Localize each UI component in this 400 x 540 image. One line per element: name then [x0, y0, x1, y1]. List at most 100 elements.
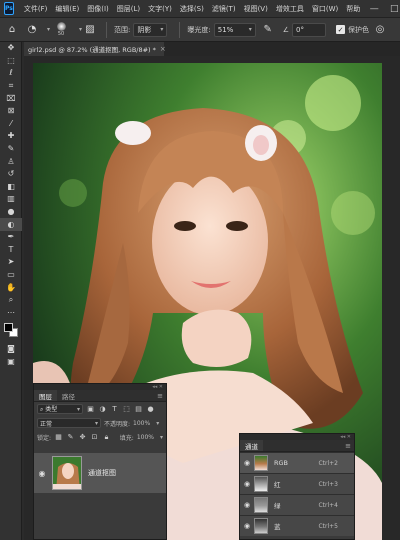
document-tab-title: girl2.psd @ 87.2% (通道抠图, RGB/8#) *: [28, 46, 156, 54]
history-brush-tool-icon[interactable]: ↺: [0, 168, 22, 181]
tab-channels[interactable]: 通道: [240, 440, 263, 451]
panel-menu-icon[interactable]: ≡: [342, 440, 354, 451]
menu-select[interactable]: 选择(S): [176, 4, 208, 14]
angle-input[interactable]: 0°: [292, 22, 327, 37]
path-select-tool-icon[interactable]: ➤: [0, 256, 22, 269]
pen-tool-icon[interactable]: ✒: [0, 231, 22, 244]
lasso-tool-icon[interactable]: ℓ: [0, 67, 22, 80]
opacity-value[interactable]: 100%: [133, 420, 150, 427]
zoom-tool-icon[interactable]: ⌕: [0, 294, 22, 307]
menu-image[interactable]: 图像(I): [83, 4, 113, 14]
menu-filter[interactable]: 滤镜(T): [208, 4, 240, 14]
visibility-eye-icon[interactable]: ◉: [240, 522, 254, 530]
quick-mask-icon[interactable]: ◙: [0, 343, 22, 356]
visibility-eye-icon[interactable]: ◉: [240, 501, 254, 509]
visibility-eye-icon[interactable]: ◉: [34, 469, 50, 478]
airbrush-icon[interactable]: ✎: [260, 22, 276, 38]
opacity-label: 不透明度:: [104, 420, 131, 428]
menu-layer[interactable]: 图层(L): [113, 4, 144, 14]
frame-tool-icon[interactable]: ⊠: [0, 105, 22, 118]
visibility-eye-icon[interactable]: ◉: [240, 459, 254, 467]
channel-row-rgb[interactable]: ◉ RGB Ctrl+2: [240, 452, 354, 473]
menu-file[interactable]: 文件(F): [20, 4, 52, 14]
document-tab[interactable]: girl2.psd @ 87.2% (通道抠图, RGB/8#) * ×: [24, 42, 166, 56]
minimize-window-button[interactable]: —: [364, 0, 384, 18]
exposure-label: 曝光度:: [187, 25, 211, 34]
layer-name[interactable]: 通道抠图: [88, 468, 116, 478]
shape-filter-icon[interactable]: ⬚: [122, 405, 131, 413]
visibility-eye-icon[interactable]: ◉: [240, 480, 254, 488]
marquee-tool-icon[interactable]: ⬚: [0, 55, 22, 68]
filter-toggle-icon[interactable]: ●: [146, 405, 155, 413]
layer-filter-row: ⌕ 类型 ▾ ▣ ◑ T ⬚ ▤ ●: [34, 402, 166, 416]
menu-help[interactable]: 帮助: [342, 4, 364, 14]
type-filter-icon[interactable]: T: [110, 405, 119, 413]
smart-object-filter-icon[interactable]: ▤: [134, 405, 143, 413]
menu-view[interactable]: 视图(V): [240, 4, 272, 14]
pixel-filter-icon[interactable]: ▣: [86, 405, 95, 413]
channel-shortcut: Ctrl+4: [318, 501, 338, 509]
brush-settings-icon[interactable]: ▨: [82, 22, 98, 38]
fill-label: 填充:: [119, 434, 134, 442]
color-swatches[interactable]: [0, 319, 22, 343]
layer-row[interactable]: ◉ 通道抠图: [34, 453, 166, 493]
brush-tool-icon[interactable]: ✎: [0, 143, 22, 156]
edit-toolbar-icon[interactable]: ⋯: [0, 306, 22, 319]
separator: [179, 21, 181, 38]
burn-tool-icon[interactable]: ◐: [0, 218, 22, 231]
blend-mode-select[interactable]: 正常 ▾: [37, 418, 101, 428]
clone-stamp-tool-icon[interactable]: ♙: [0, 155, 22, 168]
lock-position-icon[interactable]: ✥: [78, 433, 87, 441]
chevron-down-icon: ▾: [248, 26, 252, 33]
channel-row-red[interactable]: ◉ 红 Ctrl+3: [240, 473, 354, 494]
home-icon[interactable]: ⌂: [4, 22, 20, 38]
brush-preset-picker[interactable]: 50: [50, 21, 72, 39]
menu-window[interactable]: 窗口(W): [308, 4, 342, 14]
pressure-icon[interactable]: ◎: [372, 22, 388, 38]
range-select[interactable]: 阴影 ▾: [133, 22, 168, 37]
angle-value: 0°: [296, 25, 304, 34]
lock-artboard-icon[interactable]: ⊡: [90, 433, 99, 441]
fill-value[interactable]: 100%: [137, 434, 154, 441]
layer-filter-select[interactable]: ⌕ 类型 ▾: [37, 404, 83, 414]
maximize-window-button[interactable]: □: [384, 0, 400, 18]
channel-shortcut: Ctrl+2: [318, 459, 338, 467]
channel-row-green[interactable]: ◉ 绿 Ctrl+4: [240, 494, 354, 515]
menu-type[interactable]: 文字(Y): [144, 4, 176, 14]
menu-bar: Ps 文件(F) 编辑(E) 图像(I) 图层(L) 文字(Y) 选择(S) 滤…: [0, 0, 400, 18]
foreground-color-swatch[interactable]: [4, 323, 13, 333]
angle-icon: ∠: [282, 25, 290, 34]
lock-transparent-icon[interactable]: ▦: [54, 433, 63, 441]
hand-tool-icon[interactable]: ✋: [0, 281, 22, 294]
tool-preset-icon[interactable]: ◔: [24, 22, 40, 38]
gradient-tool-icon[interactable]: ▥: [0, 193, 22, 206]
lock-image-icon[interactable]: ✎: [66, 433, 75, 441]
rectangle-tool-icon[interactable]: ▭: [0, 269, 22, 282]
eyedropper-tool-icon[interactable]: ⁄: [0, 118, 22, 131]
lock-all-icon[interactable]: 🔒︎: [102, 433, 111, 441]
menu-plugins[interactable]: 增效工具: [272, 4, 308, 14]
panel-menu-icon[interactable]: ≡: [154, 390, 166, 401]
layer-thumbnail: [52, 456, 82, 490]
quick-select-tool-icon[interactable]: ⌗: [0, 80, 22, 93]
crop-tool-icon[interactable]: ⌧: [0, 92, 22, 105]
exposure-input[interactable]: 51% ▾: [213, 22, 256, 37]
adjustment-filter-icon[interactable]: ◑: [98, 405, 107, 413]
eraser-tool-icon[interactable]: ◧: [0, 181, 22, 194]
chevron-down-icon[interactable]: ▾: [160, 434, 163, 441]
channel-row-blue[interactable]: ◉ 蓝 Ctrl+5: [240, 515, 354, 536]
close-tab-icon[interactable]: ×: [160, 45, 166, 53]
menu-edit[interactable]: 编辑(E): [51, 4, 83, 14]
tools-panel: ✥ ⬚ ℓ ⌗ ⌧ ⊠ ⁄ ✚ ✎ ♙ ↺ ◧ ▥ ● ◐ ✒ T ➤ ▭ ✋ …: [0, 42, 22, 540]
spot-healing-tool-icon[interactable]: ✚: [0, 130, 22, 143]
tab-layers[interactable]: 图层: [34, 390, 57, 401]
separator: [106, 21, 108, 38]
type-tool-icon[interactable]: T: [0, 244, 22, 257]
move-tool-icon[interactable]: ✥: [0, 42, 22, 55]
protect-tones-checkbox[interactable]: ✓: [336, 25, 346, 34]
tab-paths[interactable]: 路径: [57, 390, 80, 401]
screen-mode-icon[interactable]: ▣: [0, 356, 22, 369]
blur-tool-icon[interactable]: ●: [0, 206, 22, 219]
chevron-down-icon[interactable]: ▾: [156, 420, 159, 427]
channel-name: 红: [274, 481, 281, 489]
